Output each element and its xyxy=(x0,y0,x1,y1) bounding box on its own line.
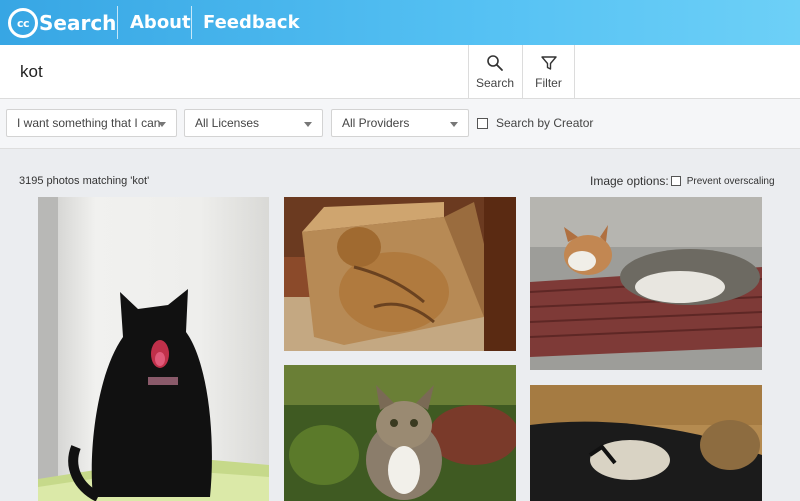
cc-logo-icon: cc xyxy=(8,8,38,38)
result-count: 3195 photos matching 'kot' xyxy=(19,175,150,187)
provider-select[interactable]: All Providers xyxy=(331,109,469,137)
photo-result[interactable] xyxy=(530,197,762,370)
cc-logo-mark: cc xyxy=(16,16,30,30)
kitten-grass-photo xyxy=(284,365,516,501)
search-bar: Search Filter xyxy=(0,45,800,99)
cat-in-box-photo xyxy=(284,197,516,351)
search-button-label: Search xyxy=(475,75,515,90)
search-icon xyxy=(487,54,503,71)
filter-button-label: Filter xyxy=(535,75,562,90)
photo-result[interactable] xyxy=(284,197,516,351)
use-select[interactable]: I want something that I can xyxy=(6,109,177,137)
search-by-creator-label: Search by Creator xyxy=(496,116,594,130)
search-button[interactable]: Search xyxy=(468,45,521,98)
filter-bar: I want something that I can All Licenses… xyxy=(0,99,800,149)
nav-link-feedback[interactable]: Feedback xyxy=(203,12,300,33)
top-header: cc Search About Feedback xyxy=(0,0,800,45)
search-input[interactable] xyxy=(0,45,468,98)
use-select-value: I want something that I can xyxy=(17,116,161,130)
provider-select-value: All Providers xyxy=(342,116,410,130)
image-options-label: Image options: xyxy=(590,174,669,188)
chevron-down-icon xyxy=(450,122,458,127)
black-cat-photo xyxy=(38,197,269,501)
logo-text: Search xyxy=(39,11,117,35)
photo-result[interactable] xyxy=(38,197,269,501)
license-select[interactable]: All Licenses xyxy=(184,109,323,137)
nav-link-about[interactable]: About xyxy=(130,12,191,33)
image-options: Image options: Prevent overscaling xyxy=(590,174,775,188)
calico-cat-photo xyxy=(530,197,762,370)
photo-result[interactable] xyxy=(284,365,516,501)
chevron-down-icon xyxy=(158,122,166,127)
nav-divider xyxy=(191,6,192,39)
filter-button[interactable]: Filter xyxy=(522,45,575,98)
photo-result[interactable] xyxy=(530,385,762,501)
prevent-overscaling-checkbox[interactable] xyxy=(670,176,681,186)
filter-icon xyxy=(540,55,557,70)
prevent-overscaling-label: Prevent overscaling xyxy=(686,175,775,187)
cc-search-logo[interactable]: cc Search xyxy=(8,8,117,38)
license-select-value: All Licenses xyxy=(195,116,260,130)
blurred-cat-photo xyxy=(530,385,762,501)
nav-divider xyxy=(117,6,118,39)
chevron-down-icon xyxy=(304,122,312,127)
search-by-creator-checkbox[interactable] xyxy=(477,117,488,129)
search-by-creator-option[interactable]: Search by Creator xyxy=(477,116,593,130)
